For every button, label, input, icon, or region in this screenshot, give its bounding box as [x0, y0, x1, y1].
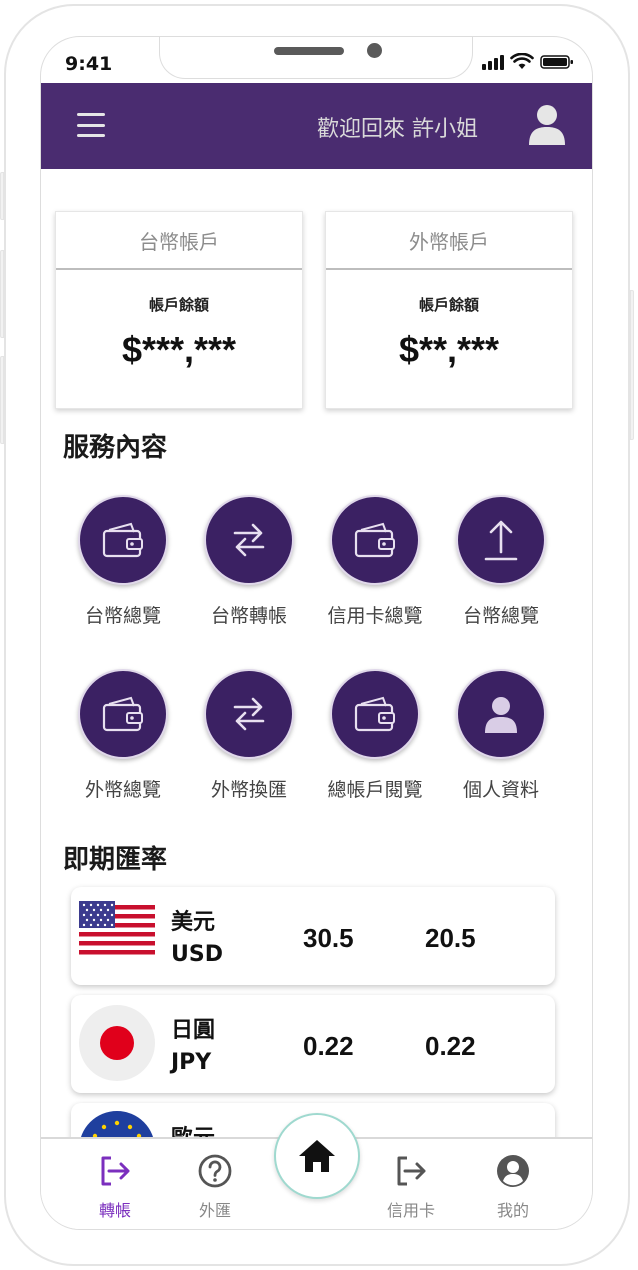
currency-name: 美元 USD: [171, 907, 223, 971]
currency-code: USD: [171, 942, 223, 967]
service-credit-card-overview[interactable]: 信用卡總覽: [315, 495, 435, 628]
service-label: 總帳戶閱覽: [327, 779, 423, 801]
phone-notch: [159, 37, 473, 79]
side-button: [0, 250, 4, 338]
service-all-accounts[interactable]: 總帳戶閱覽: [315, 669, 435, 802]
app-header: 歡迎回來 許小姐: [41, 83, 592, 169]
currency-code: JPY: [171, 1050, 212, 1075]
upload-icon: [484, 520, 518, 561]
nav-label: 信用卡: [386, 1201, 435, 1220]
services-title: 服務內容: [63, 433, 168, 463]
wallet-icon: [354, 696, 395, 732]
service-label: 外幣總覽: [84, 779, 161, 801]
account-title: 台幣帳戶: [56, 212, 302, 270]
balance-amount: $***,***: [121, 329, 237, 370]
credit-card-exit-icon: [397, 1156, 426, 1186]
sell-rate: 20.5: [425, 923, 476, 953]
user-icon[interactable]: [528, 103, 566, 145]
transfer-out-icon: [101, 1156, 130, 1186]
buy-rate: 30.5: [303, 923, 354, 953]
wallet-icon: [354, 522, 395, 558]
service-twd-transfer[interactable]: 台幣轉帳: [189, 495, 309, 628]
status-time: 9:41: [65, 53, 113, 75]
twd-account-card[interactable]: 台幣帳戶 帳戶餘額 $***,***: [55, 211, 303, 409]
service-label: 台幣總覽: [462, 605, 539, 627]
nav-credit-card[interactable]: 信用卡: [371, 1153, 451, 1221]
foreign-account-card[interactable]: 外幣帳戶 帳戶餘額 $**,***: [325, 211, 573, 409]
currency-name: 日圓 JPY: [171, 1015, 215, 1079]
service-label: 台幣總覽: [84, 605, 161, 627]
transfer-icon: [233, 697, 265, 731]
speaker: [274, 47, 344, 55]
service-profile[interactable]: 個人資料: [441, 669, 561, 802]
welcome-text: 歡迎回來 許小姐: [317, 117, 478, 142]
transfer-icon: [233, 523, 265, 557]
jp-flag-icon: [79, 1005, 155, 1081]
home-icon: [299, 1140, 335, 1172]
menu-icon[interactable]: [77, 113, 105, 137]
account-title: 外幣帳戶: [326, 212, 572, 270]
wifi-icon: [510, 53, 534, 69]
wallet-icon: [102, 522, 143, 558]
rate-row-usd[interactable]: 美元 USD 30.5 20.5: [71, 887, 555, 985]
rates-title: 即期匯率: [63, 845, 168, 875]
service-label: 外幣換匯: [210, 779, 287, 801]
service-foreign-exchange[interactable]: 外幣換匯: [189, 669, 309, 802]
currency-label: 日圓: [171, 1018, 216, 1043]
side-button: [630, 290, 634, 440]
service-twd-overview-upload[interactable]: 台幣總覽: [441, 495, 561, 628]
status-icons: [482, 53, 574, 70]
side-button: [0, 356, 4, 444]
question-circle-icon: [198, 1154, 232, 1188]
us-flag-icon: [79, 901, 155, 959]
battery-icon: [540, 55, 573, 69]
nav-label: 我的: [496, 1201, 529, 1220]
service-label: 個人資料: [462, 779, 539, 801]
service-twd-overview[interactable]: 台幣總覽: [63, 495, 183, 628]
person-icon: [485, 697, 517, 733]
balance-amount: $**,***: [398, 329, 500, 370]
nav-label: 外匯: [198, 1201, 231, 1220]
service-label: 台幣轉帳: [210, 605, 287, 627]
sell-rate: 0.22: [425, 1031, 476, 1061]
camera: [367, 43, 382, 58]
balance-label: 帳戶餘額: [418, 296, 479, 314]
signal-icon: [482, 55, 504, 70]
nav-label: 轉帳: [98, 1201, 131, 1220]
service-label: 信用卡總覽: [327, 605, 423, 627]
service-foreign-overview[interactable]: 外幣總覽: [63, 669, 183, 802]
buy-rate: 0.22: [303, 1031, 354, 1061]
side-button: [0, 172, 4, 220]
home-button[interactable]: [274, 1113, 360, 1199]
wallet-icon: [102, 696, 143, 732]
currency-label: 美元: [171, 910, 216, 935]
nav-transfer[interactable]: 轉帳: [75, 1153, 155, 1221]
account-circle-icon: [497, 1155, 529, 1187]
rate-row-jpy[interactable]: 日圓 JPY 0.22 0.22: [71, 995, 555, 1093]
nav-mine[interactable]: 我的: [473, 1153, 553, 1221]
nav-forex[interactable]: 外匯: [175, 1153, 255, 1221]
balance-label: 帳戶餘額: [148, 296, 209, 314]
app-screen: 9:41 歡迎回來 許小姐 台幣帳戶 帳戶餘額 $***,*** 外幣帳戶 帳戶…: [40, 36, 593, 1230]
